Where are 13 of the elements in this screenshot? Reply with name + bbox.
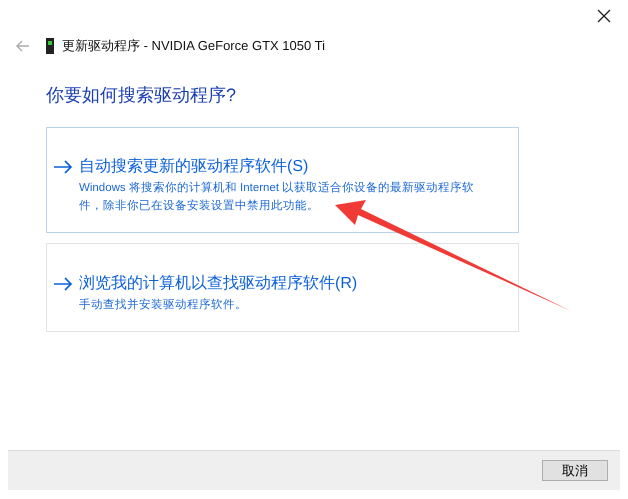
option-title: 自动搜索更新的驱动程序软件(S) <box>79 156 308 177</box>
arrow-right-icon <box>53 276 73 290</box>
graphics-card-icon <box>46 38 54 54</box>
arrow-right-icon <box>53 160 73 174</box>
page-heading: 你要如何搜索驱动程序? <box>46 84 238 107</box>
cancel-button[interactable]: 取消 <box>542 460 608 481</box>
option-description: 手动查找并安装驱动程序软件。 <box>79 297 248 312</box>
option-card[interactable]: 自动搜索更新的驱动程序软件(S) Windows 将搜索你的计算机和 Internet 以获取适合你设备的最新驱动程序软件，除非你已在设备安装设置中禁用此功能。 <box>46 127 519 233</box>
close-button[interactable] <box>596 8 612 24</box>
option-title: 浏览我的计算机以查找驱动程序软件(R) <box>79 274 358 294</box>
option-description: Windows 将搜索你的计算机和 Internet 以获取适合你设备的最新驱动程序软件，除非你已在设备安装设置中禁用此功能。 <box>79 180 476 214</box>
option-card[interactable]: 浏览我的计算机以查找驱动程序软件(R) 手动查找并安装驱动程序软件。 <box>46 243 519 332</box>
window-title: 更新驱动程序 - NVIDIA GeForce GTX 1050 Ti <box>62 37 325 56</box>
